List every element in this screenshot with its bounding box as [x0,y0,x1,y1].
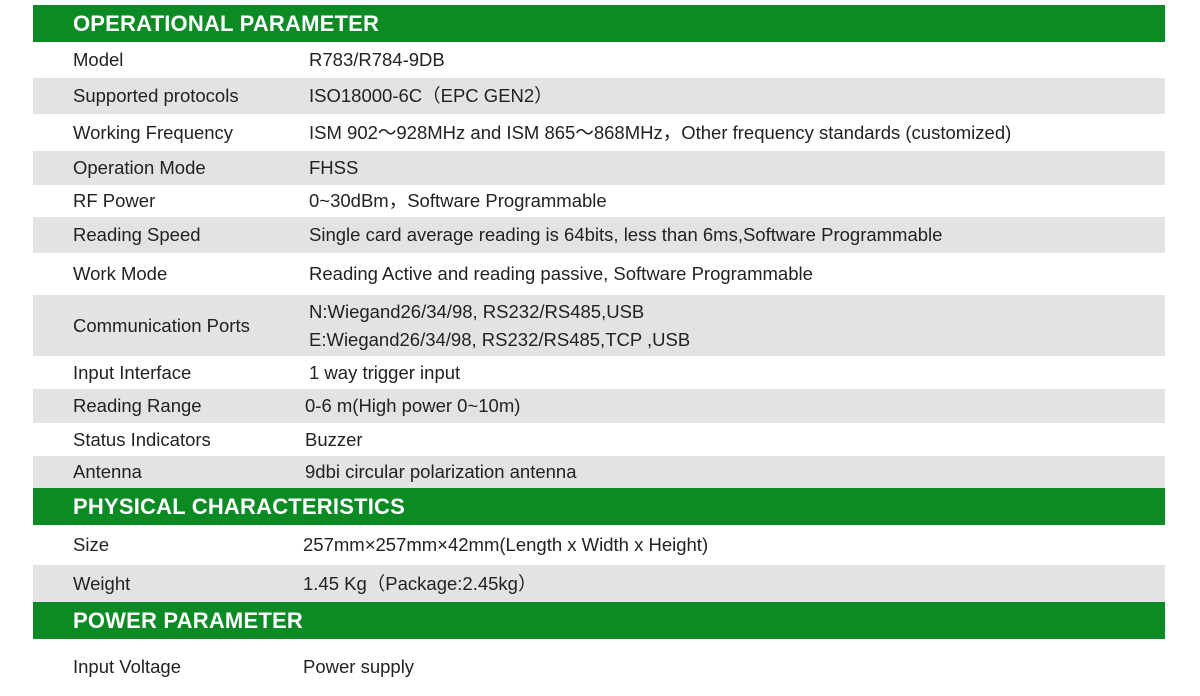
spec-value-line: Power supply [303,656,415,677]
spec-value: ISM 902～928MHz and ISM 865～868MHz，Other … [309,119,1165,147]
section-header: PHYSICAL CHARACTERISTICS [33,488,1165,525]
spec-value-line: 0~30dBm，Software Programmable [309,190,607,211]
spec-label: Operation Mode [73,157,206,178]
section-operational-parameter: OPERATIONAL PARAMETER Model R783/R784-9DB S… [33,5,1165,488]
spec-value-line: Single card average reading is 64bits, l… [309,224,943,245]
spec-label: Supported protocols [73,85,239,106]
spec-value: 0~30dBm，Software Programmable [309,187,1165,215]
spec-value-line: 257mm×257mm×42mm(Length x Width x Height… [303,534,709,555]
spec-value: Power supply [303,653,1165,681]
spec-value: N:Wiegand26/34/98, RS232/RS485,USB E:Wieg… [309,298,1165,354]
spec-row: Weight 1.45 Kg（Package:2.45kg） [33,565,1165,602]
spec-value-line: R783/R784-9DB [309,49,445,70]
spec-row: Reading Speed Single card average reading… [33,217,1165,253]
spec-value-line: 1.45 Kg（Package:2.45kg） [303,572,537,594]
spec-row: Operation Mode FHSS [33,151,1165,185]
spec-label: Status Indicators [73,428,211,450]
section-physical-characteristics: PHYSICAL CHARACTERISTICS Size 257mm×257mm×… [33,488,1165,602]
spec-value-line: FHSS [309,157,359,178]
spec-value-line: Buzzer [305,428,363,450]
section-header: OPERATIONAL PARAMETER [33,5,1165,42]
spec-value-line: ISO18000-6C（EPC GEN2） [309,85,553,106]
spec-row: Supported protocols ISO18000-6C（EPC GEN2） [33,78,1165,114]
spec-row: Model R783/R784-9DB [33,42,1165,78]
spec-value-line: 0-6 m(High power 0~10m) [305,395,521,416]
spec-value: Reading Active and reading passive, Soft… [309,260,1165,288]
spec-value: FHSS [309,154,1165,182]
spec-label: Input Voltage [73,656,182,677]
spec-value: 1.45 Kg（Package:2.45kg） [303,570,1165,598]
spec-value-line: N:Wiegand26/34/98, RS232/RS485,USB [309,300,645,322]
section-power-parameter: POWER PARAMETER Input Voltage Power supply [33,602,1165,695]
spec-sheet: OPERATIONAL PARAMETER Model R783/R784-9DB S… [33,5,1165,695]
spec-label: RF Power [73,190,156,211]
spec-row: Input Interface 1 way trigger input [33,356,1165,389]
spec-value: 0-6 m(High power 0~10m) [305,392,1165,420]
spec-value: 9dbi circular polarization antenna [305,458,1165,486]
spec-value-line: Reading Active and reading passive, Soft… [309,263,813,284]
spec-label: Antenna [73,461,142,482]
spec-row: Status Indicators Buzzer [33,423,1165,456]
spec-row: Reading Range 0-6 m(High power 0~10m) [33,389,1165,423]
spec-label: Work Mode [73,263,168,284]
spec-label: Reading Range [73,395,202,416]
spec-row: Communication Ports N:Wiegand26/34/98, RS… [33,295,1165,356]
spec-value-line: 1 way trigger input [309,361,461,383]
spec-value: 257mm×257mm×42mm(Length x Width x Height… [303,531,1165,559]
spec-row: Size 257mm×257mm×42mm(Length x Width x He… [33,525,1165,565]
spec-value: ISO18000-6C（EPC GEN2） [309,82,1165,110]
spec-value-line: ISM 902～928MHz and ISM 865～868MHz，Other … [309,121,1012,143]
spec-row: Working Frequency ISM 902～928MHz and ISM … [33,114,1165,151]
spec-label: Model [73,49,124,70]
spec-value-line: E:Wiegand26/34/98, RS232/RS485,TCP ,USB [309,328,691,350]
spec-row: Input Voltage Power supply [33,639,1165,695]
spec-value: R783/R784-9DB [309,46,1165,74]
spec-label: Working Frequency [73,121,234,143]
spec-value-line: 9dbi circular polarization antenna [305,461,577,482]
spec-value: 1 way trigger input [309,359,1165,387]
spec-label: Size [73,534,109,555]
spec-value: Single card average reading is 64bits, l… [309,221,1165,249]
spec-label: Weight [73,572,131,594]
spec-row: Antenna 9dbi circular polarization antenn… [33,456,1165,488]
spec-row: RF Power 0~30dBm，Software Programmable [33,185,1165,217]
spec-label: Input Interface [73,361,192,383]
spec-row: Work Mode Reading Active and reading pass… [33,253,1165,295]
section-header: POWER PARAMETER [33,602,1165,639]
spec-value: Buzzer [305,426,1165,454]
spec-label: Reading Speed [73,224,201,245]
spec-label: Communication Ports [73,314,250,336]
